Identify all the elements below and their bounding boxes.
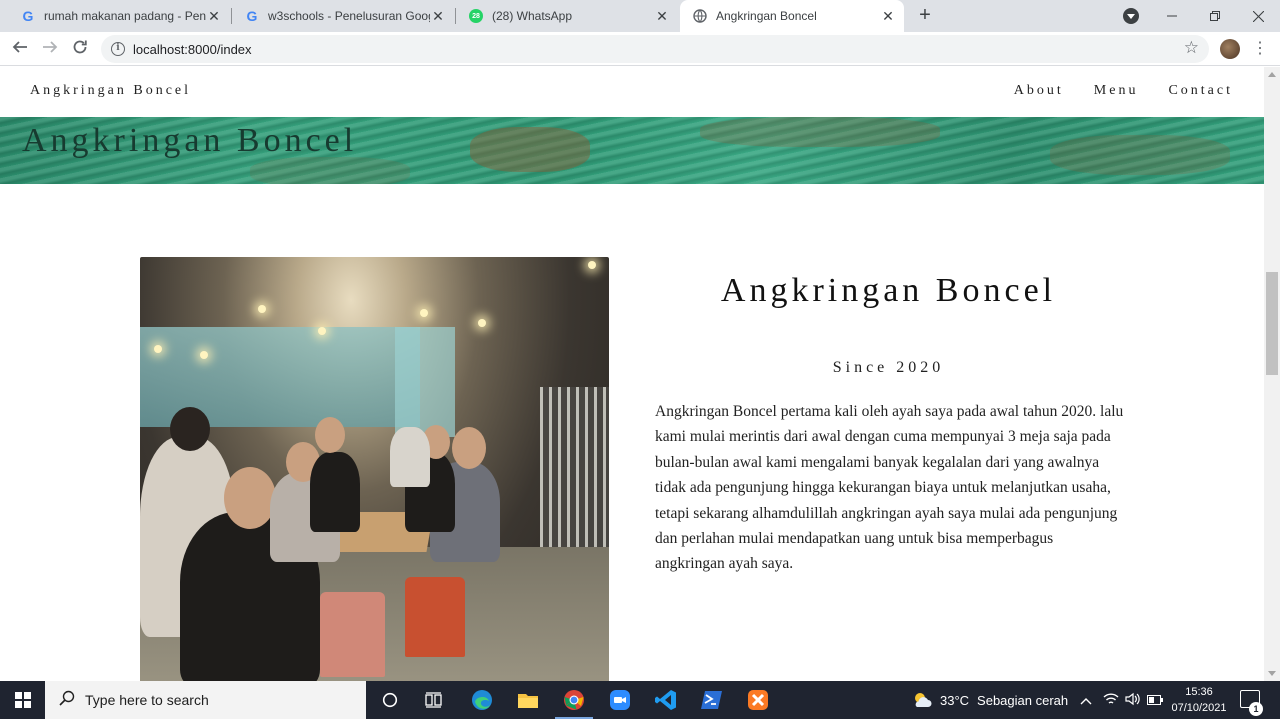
- hero-banner: Angkringan Boncel: [0, 117, 1264, 184]
- photo-person: [390, 427, 430, 487]
- about-title: Angkringan Boncel: [720, 272, 1057, 309]
- photo-light: [200, 351, 208, 359]
- rust-stain: [250, 157, 410, 184]
- chevron-up-icon[interactable]: [1078, 693, 1094, 708]
- since-subtitle: Since 2020: [832, 359, 945, 376]
- vscode-icon[interactable]: [650, 684, 682, 716]
- photo-person: [452, 427, 486, 469]
- search-placeholder: Type here to search: [85, 692, 209, 708]
- cortana-icon[interactable]: [374, 684, 406, 716]
- wifi-icon[interactable]: [1100, 692, 1122, 709]
- powershell-icon[interactable]: [696, 684, 728, 716]
- close-icon[interactable]: ✕: [430, 8, 446, 24]
- page-scrollbar[interactable]: [1264, 67, 1280, 681]
- tab-rumah-makanan-padang[interactable]: G rumah makanan padang - Penelu ✕: [8, 0, 230, 32]
- battery-icon[interactable]: [1144, 693, 1166, 708]
- task-view-icon[interactable]: [418, 684, 450, 716]
- close-window-button[interactable]: [1236, 0, 1280, 32]
- whatsapp-icon: 28: [468, 8, 484, 24]
- tab-title: rumah makanan padang - Penelu: [44, 9, 206, 23]
- file-explorer-icon[interactable]: [512, 684, 544, 716]
- tab-title: (28) WhatsApp: [492, 9, 573, 23]
- rust-stain: [700, 117, 940, 147]
- site-menu: About Menu Contact: [1014, 83, 1233, 99]
- browser-tab-strip: G rumah makanan padang - Penelu ✕ G w3sc…: [0, 0, 1280, 32]
- profile-avatar[interactable]: [1220, 39, 1240, 59]
- page-viewport: Angkringan Boncel About Menu Contact Ang…: [0, 67, 1264, 681]
- tab-title: Angkringan Boncel: [716, 9, 817, 23]
- close-icon[interactable]: ✕: [654, 8, 670, 24]
- url-text: localhost:8000/index: [133, 42, 252, 57]
- zoom-icon[interactable]: [604, 684, 636, 716]
- reload-button[interactable]: [68, 37, 92, 61]
- rust-stain: [1050, 135, 1230, 175]
- weather-temperature: 33°C: [940, 692, 970, 708]
- photo-light: [420, 309, 428, 317]
- minimize-button[interactable]: [1150, 0, 1194, 32]
- photo-light: [154, 345, 162, 353]
- search-icon: [57, 690, 77, 710]
- site-brand-link[interactable]: Angkringan Boncel: [30, 83, 191, 99]
- weather-widget[interactable]: 33°C Sebagian cerah: [912, 681, 1068, 719]
- tab-whatsapp[interactable]: 28 (28) WhatsApp ✕: [456, 0, 678, 32]
- photo-light: [318, 327, 326, 335]
- xampp-icon[interactable]: [742, 684, 774, 716]
- browser-menu-icon[interactable]: ⋮: [1252, 38, 1268, 60]
- tab-title: w3schools - Penelusuran Google: [268, 9, 430, 23]
- windows-logo-icon: [14, 692, 31, 708]
- system-tray: [1078, 681, 1166, 719]
- taskbar-search-box[interactable]: Type here to search: [45, 681, 366, 719]
- restore-button[interactable]: [1193, 0, 1237, 32]
- new-tab-button[interactable]: +: [913, 4, 937, 28]
- info-icon[interactable]: i: [111, 42, 125, 56]
- scroll-thumb[interactable]: [1266, 272, 1278, 375]
- photo-person: [224, 467, 276, 529]
- photo-person: [315, 417, 345, 453]
- close-icon[interactable]: ✕: [206, 8, 222, 24]
- browser-toolbar: i localhost:8000/index ☆ ⋮: [0, 32, 1280, 66]
- photo-person: [310, 452, 360, 532]
- clock-date: 07/10/2021: [1171, 702, 1227, 714]
- photo-light: [588, 261, 596, 269]
- notification-badge: 1: [1249, 702, 1263, 716]
- google-icon: G: [246, 8, 258, 24]
- edge-icon[interactable]: [466, 684, 498, 716]
- bookmark-star-icon[interactable]: ☆: [1184, 38, 1199, 58]
- weather-cloud-sun-icon: [915, 693, 932, 707]
- globe-icon: [692, 8, 708, 24]
- nav-contact-link[interactable]: Contact: [1168, 83, 1233, 99]
- close-icon[interactable]: ✕: [880, 8, 896, 24]
- scroll-up-arrow[interactable]: [1268, 72, 1276, 77]
- photo-stool: [405, 577, 465, 657]
- start-button[interactable]: [0, 681, 45, 719]
- taskbar-clock[interactable]: 15:36 07/10/2021: [1168, 684, 1230, 716]
- site-navbar: Angkringan Boncel About Menu Contact: [0, 67, 1264, 117]
- photo-stool: [320, 592, 385, 677]
- photo-wall: [395, 327, 455, 437]
- google-icon: G: [22, 8, 34, 24]
- scroll-down-arrow[interactable]: [1268, 671, 1276, 676]
- address-bar[interactable]: i localhost:8000/index ☆: [101, 35, 1209, 63]
- about-description: Angkringan Boncel pertama kali oleh ayah…: [655, 403, 1124, 573]
- tab-angkringan-boncel[interactable]: Angkringan Boncel ✕: [680, 0, 904, 32]
- rust-stain: [470, 127, 590, 172]
- nav-menu-link[interactable]: Menu: [1094, 83, 1139, 99]
- forward-button[interactable]: [38, 37, 62, 61]
- volume-icon[interactable]: [1122, 692, 1144, 709]
- back-button[interactable]: [8, 37, 32, 61]
- clock-time: 15:36: [1185, 686, 1213, 698]
- angkringan-photo: [140, 257, 609, 681]
- photo-light: [258, 305, 266, 313]
- windows-taskbar: Type here to search 33°C Sebagian cerah: [0, 681, 1280, 719]
- nav-about-link[interactable]: About: [1014, 83, 1064, 99]
- tab-search-icon[interactable]: [1123, 8, 1139, 24]
- weather-description: Sebagian cerah: [977, 692, 1069, 708]
- chrome-icon[interactable]: [558, 684, 590, 716]
- photo-person: [170, 407, 210, 451]
- hero-title: Angkringan Boncel: [22, 122, 358, 159]
- tab-w3schools[interactable]: G w3schools - Penelusuran Google ✕: [232, 0, 454, 32]
- photo-light: [478, 319, 486, 327]
